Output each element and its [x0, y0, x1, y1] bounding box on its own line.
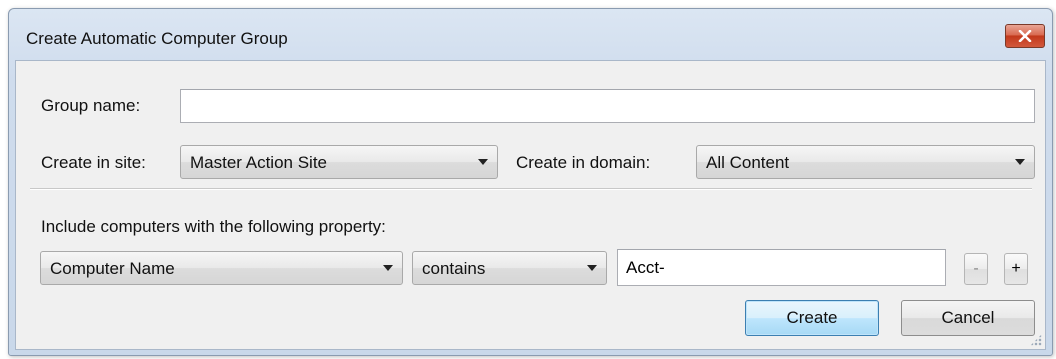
close-icon — [1018, 30, 1032, 42]
create-in-site-label: Create in site: — [41, 153, 146, 172]
close-button[interactable] — [1005, 24, 1045, 48]
chevron-down-icon — [1015, 159, 1025, 165]
operator-dropdown[interactable]: contains — [412, 251, 607, 285]
add-condition-button[interactable]: + — [1004, 253, 1028, 285]
remove-condition-button[interactable]: - — [964, 253, 988, 285]
cancel-button[interactable]: Cancel — [901, 300, 1035, 336]
title-bar[interactable]: Create Automatic Computer Group — [9, 9, 1052, 59]
property-dropdown[interactable]: Computer Name — [40, 251, 403, 285]
domain-dropdown[interactable]: All Content — [696, 145, 1035, 179]
domain-dropdown-value: All Content — [706, 153, 790, 172]
chevron-down-icon — [478, 159, 488, 165]
create-in-domain-label: Create in domain: — [516, 153, 651, 172]
site-dropdown[interactable]: Master Action Site — [180, 145, 498, 179]
dialog-body: Group name: Create in site: Master Actio… — [15, 60, 1046, 350]
chevron-down-icon — [587, 265, 597, 271]
property-dropdown-value: Computer Name — [50, 259, 175, 278]
group-name-label: Group name: — [41, 96, 141, 115]
dialog-window: Create Automatic Computer Group Group na… — [8, 8, 1053, 356]
group-name-input[interactable] — [180, 89, 1035, 123]
operator-dropdown-value: contains — [422, 259, 486, 278]
window-title: Create Automatic Computer Group — [26, 29, 288, 48]
chevron-down-icon — [383, 265, 393, 271]
property-heading: Include computers with the following pro… — [41, 217, 386, 236]
property-value-input[interactable] — [617, 249, 946, 286]
create-button[interactable]: Create — [745, 300, 879, 336]
section-divider — [30, 188, 1032, 190]
site-dropdown-value: Master Action Site — [190, 153, 328, 172]
